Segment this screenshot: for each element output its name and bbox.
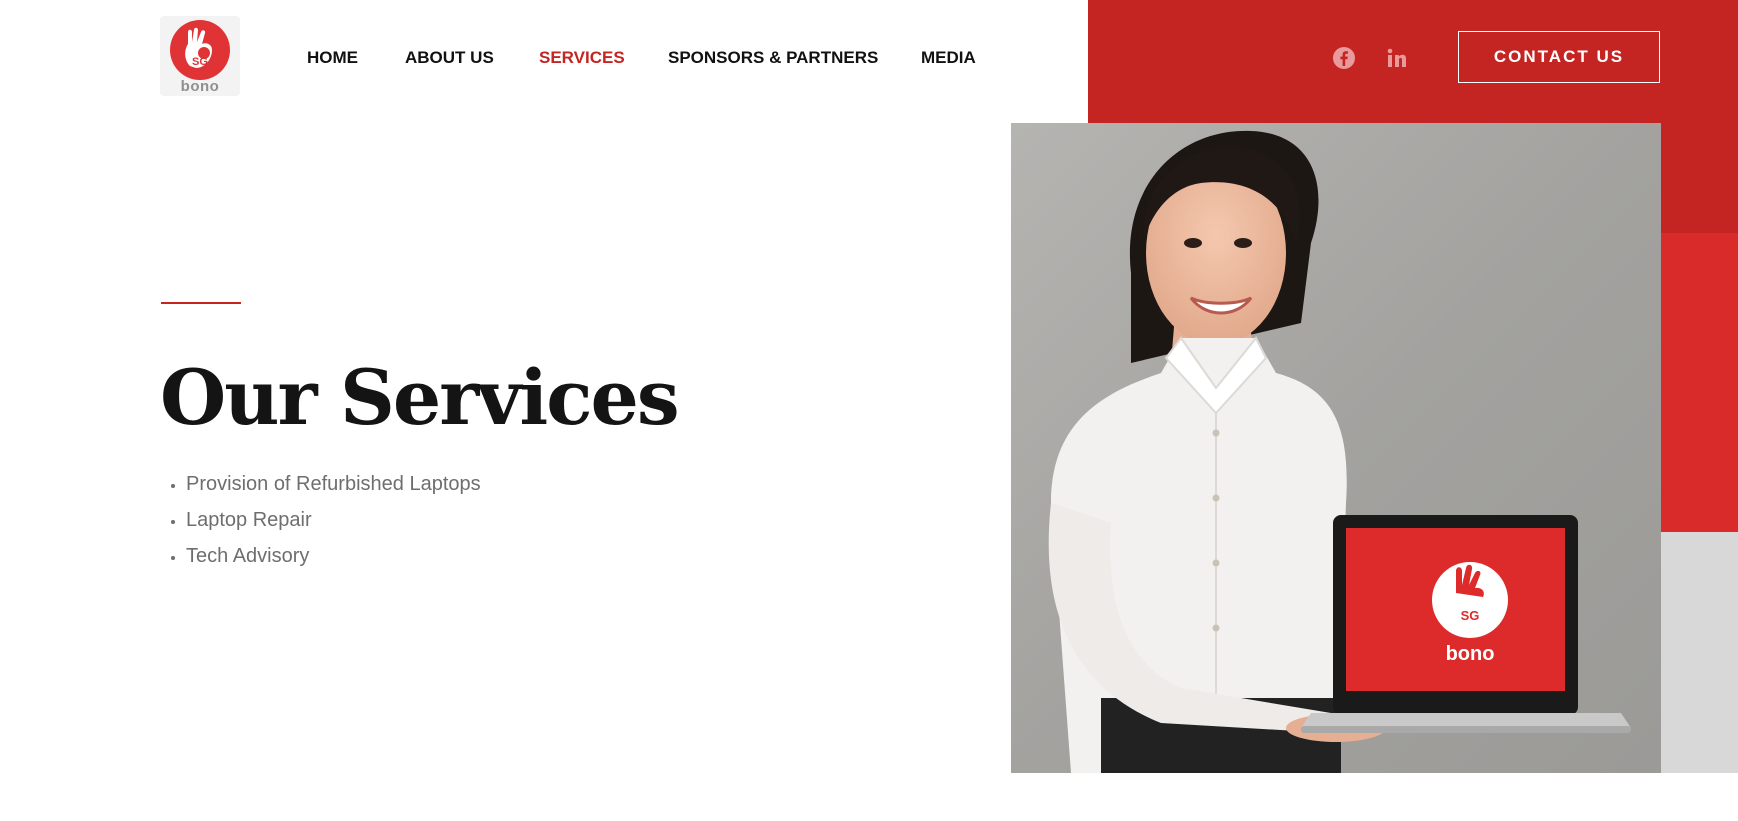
title-accent-line	[161, 302, 241, 304]
logo-wordmark: bono	[180, 78, 220, 95]
logo-badge-text: SG	[192, 56, 208, 68]
site-logo[interactable]: SG bono	[160, 16, 240, 96]
nav-item-about-us[interactable]: ABOUT US	[405, 48, 494, 68]
list-item: Tech Advisory	[186, 538, 481, 574]
decorative-grey-block	[1660, 532, 1738, 773]
services-list: Provision of Refurbished Laptops Laptop …	[160, 466, 481, 574]
nav-item-home[interactable]: HOME	[307, 48, 358, 68]
list-item: Laptop Repair	[186, 502, 481, 538]
laptop-screen-badge: SG	[1461, 608, 1480, 623]
linkedin-icon[interactable]	[1385, 46, 1409, 70]
list-item: Provision of Refurbished Laptops	[186, 466, 481, 502]
nav-item-media[interactable]: MEDIA	[921, 48, 976, 68]
logo-badge: SG	[170, 20, 230, 80]
nav-item-services[interactable]: SERVICES	[539, 48, 625, 68]
nav-item-sponsors-partners[interactable]: SPONSORS & PARTNERS	[668, 48, 878, 68]
facebook-icon[interactable]	[1332, 46, 1356, 70]
contact-us-button[interactable]: CONTACT US	[1458, 31, 1660, 83]
laptop-screen-wordmark: bono	[1446, 643, 1495, 665]
woman-with-laptop-image: SG bono	[1011, 123, 1661, 773]
hero-photo: SG bono	[1011, 123, 1661, 773]
page-title: Our Services	[160, 353, 680, 442]
decorative-red-block	[1660, 233, 1738, 532]
